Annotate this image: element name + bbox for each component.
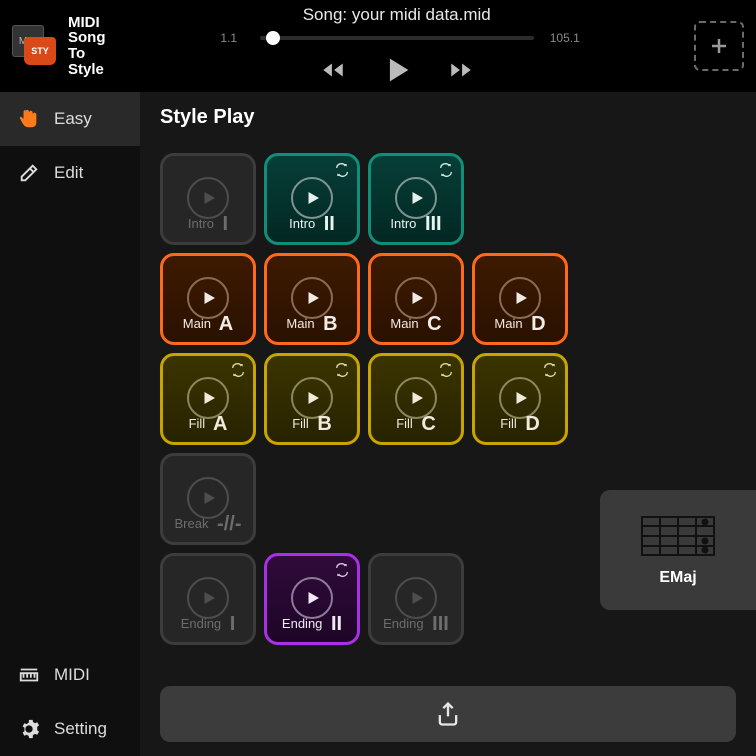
tile-fill-2[interactable]: Fill B <box>264 353 360 445</box>
tile-intro-1[interactable]: Intro I <box>160 153 256 245</box>
tile-label: Main A <box>163 313 253 336</box>
app-logo: MID STY <box>12 23 58 69</box>
tile-label: Main B <box>267 313 357 336</box>
app-name: MIDI Song To Style <box>68 15 106 78</box>
chord-name: EMaj <box>659 569 696 587</box>
tile-label: Fill A <box>163 413 253 436</box>
tile-label: Main D <box>475 313 565 336</box>
row-main: Main A Main B Main C Main D <box>160 253 756 345</box>
tile-label: Fill B <box>267 413 357 436</box>
sidebar-item-label: MIDI <box>54 665 90 685</box>
page-title: Style Play <box>160 106 756 129</box>
tile-label: Ending III <box>371 613 461 636</box>
song-progress-thumb[interactable] <box>266 31 280 45</box>
sidebar-item-midi[interactable]: MIDI <box>0 648 140 702</box>
tile-label: Break -//- <box>163 513 253 536</box>
tile-label: Fill D <box>475 413 565 436</box>
loop-icon <box>438 362 454 378</box>
row-intro: Intro I Intro II Intro III <box>160 153 756 245</box>
tile-break-1[interactable]: Break -//- <box>160 453 256 545</box>
sidebar-item-label: Easy <box>54 109 92 129</box>
loop-icon <box>438 162 454 178</box>
tile-fill-1[interactable]: Fill A <box>160 353 256 445</box>
tile-main-4[interactable]: Main D <box>472 253 568 345</box>
loop-icon <box>334 562 350 578</box>
share-button[interactable] <box>160 686 736 742</box>
plus-icon <box>707 34 731 58</box>
sidebar-item-easy[interactable]: Easy <box>0 92 140 146</box>
row-fill: Fill A Fill B Fill C Fill D <box>160 353 756 445</box>
tile-ending-2[interactable]: Ending II <box>264 553 360 645</box>
edit-icon <box>18 162 40 184</box>
tile-label: Intro I <box>163 213 253 236</box>
song-position-start: 1.1 <box>212 31 246 45</box>
midi-icon <box>18 664 40 686</box>
add-button[interactable] <box>694 21 744 71</box>
main-panel: Style Play Intro I Intro II Intro III Main … <box>140 92 756 756</box>
tile-label: Main C <box>371 313 461 336</box>
tile-main-2[interactable]: Main B <box>264 253 360 345</box>
sidebar-item-label: Setting <box>54 719 107 739</box>
tile-label: Ending II <box>267 613 357 636</box>
gear-icon <box>18 718 40 740</box>
song-position-end: 105.1 <box>548 31 582 45</box>
chord-diagram-icon <box>638 513 718 559</box>
rewind-button[interactable] <box>320 57 346 83</box>
song-progress-slider[interactable] <box>260 36 534 40</box>
tile-main-3[interactable]: Main C <box>368 253 464 345</box>
loop-icon <box>334 162 350 178</box>
share-icon <box>434 700 462 728</box>
play-button[interactable] <box>380 53 414 87</box>
tile-intro-3[interactable]: Intro III <box>368 153 464 245</box>
tile-fill-4[interactable]: Fill D <box>472 353 568 445</box>
sidebar: Easy Edit MIDI Setting <box>0 92 140 756</box>
tile-label: Intro II <box>267 213 357 236</box>
hand-icon <box>18 108 40 130</box>
tile-ending-3[interactable]: Ending III <box>368 553 464 645</box>
header: MID STY MIDI Song To Style Song: your mi… <box>0 0 756 92</box>
loop-icon <box>542 362 558 378</box>
tile-label: Intro III <box>371 213 461 236</box>
song-title: Song: your midi data.mid <box>303 5 491 25</box>
tile-ending-1[interactable]: Ending I <box>160 553 256 645</box>
tile-fill-3[interactable]: Fill C <box>368 353 464 445</box>
sidebar-item-edit[interactable]: Edit <box>0 146 140 200</box>
tile-label: Fill C <box>371 413 461 436</box>
tile-label: Ending I <box>163 613 253 636</box>
sidebar-item-setting[interactable]: Setting <box>0 702 140 756</box>
sidebar-item-label: Edit <box>54 163 83 183</box>
chord-panel[interactable]: EMaj <box>600 490 756 610</box>
tile-intro-2[interactable]: Intro II <box>264 153 360 245</box>
loop-icon <box>230 362 246 378</box>
forward-button[interactable] <box>448 57 474 83</box>
logo-sty-badge: STY <box>24 37 56 65</box>
tile-main-1[interactable]: Main A <box>160 253 256 345</box>
loop-icon <box>334 362 350 378</box>
